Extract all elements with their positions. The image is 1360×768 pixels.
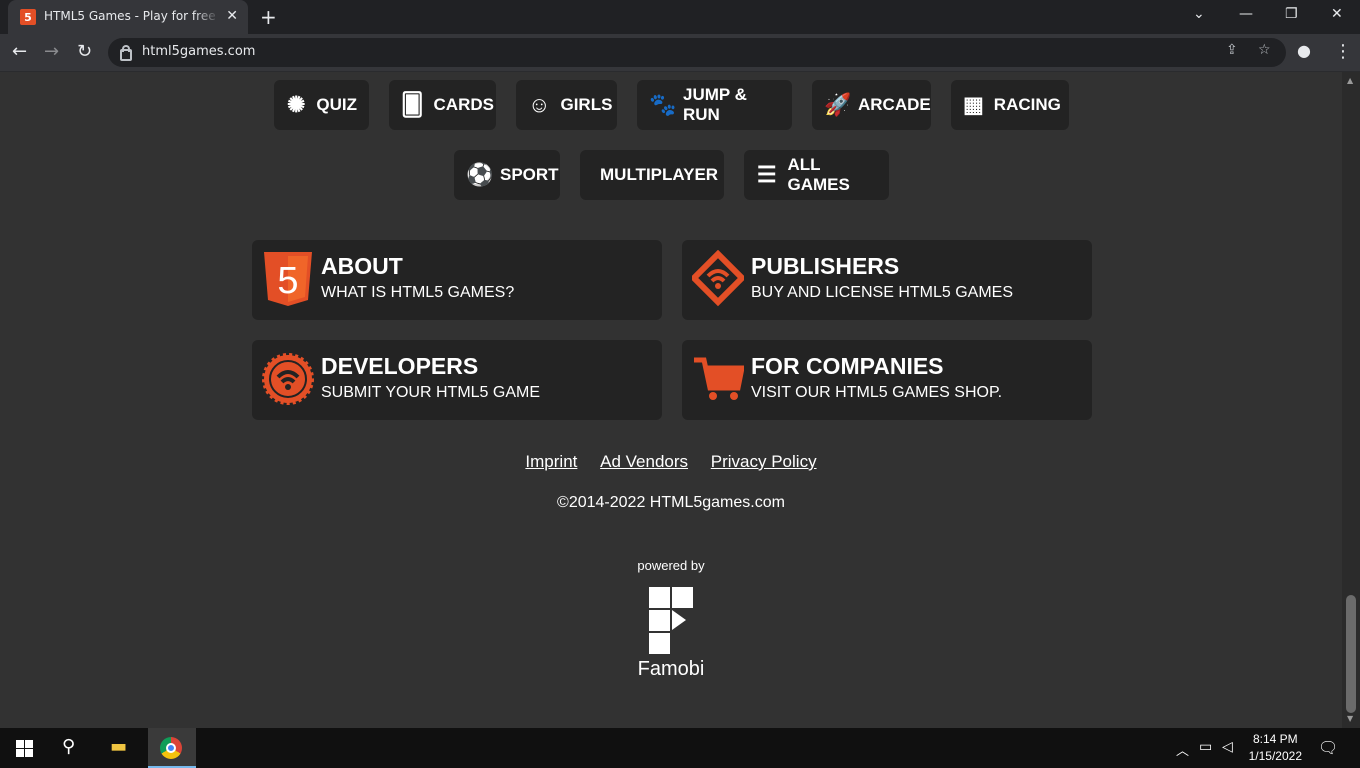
famobi-brand-text[interactable]: Famobi (0, 658, 1342, 681)
bookmark-star-icon[interactable]: ☆ (1258, 42, 1271, 58)
search-icon[interactable]: ⚲ (62, 736, 75, 757)
rocket-icon: 🚀 (824, 92, 852, 117)
notifications-icon[interactable]: 🗨 (1318, 738, 1338, 757)
tab-title: HTML5 Games - Play for free online (44, 9, 220, 23)
category-sport-button[interactable]: ⚽ SPORT (454, 150, 560, 200)
category-girls-button[interactable]: ☺ GIRLS (516, 80, 617, 130)
ad-vendors-link[interactable]: Ad Vendors (600, 452, 688, 471)
page-content: ✺ QUIZ 🂠 CARDS ☺ GIRLS 🐾 JUMP & RUN 🚀 AR… (0, 72, 1342, 728)
card-subtitle: BUY AND LICENSE HTML5 GAMES (751, 284, 1013, 301)
category-all-games-button[interactable]: ☰ ALL GAMES (744, 150, 889, 200)
page-scrollbar[interactable]: ▲ ▼ (1342, 72, 1360, 728)
profile-icon[interactable]: ● (1297, 41, 1311, 60)
girl-face-icon: ☺ (528, 92, 551, 117)
card-title: FOR COMPANIES (751, 353, 944, 379)
powered-by-text: powered by (637, 558, 705, 573)
category-label: SPORT (500, 165, 559, 184)
share-icon[interactable]: ⇪ (1226, 42, 1238, 58)
category-racing-button[interactable]: ▦ RACING (951, 80, 1069, 130)
clock-time: 8:14 PM (1252, 732, 1298, 746)
scroll-up-icon[interactable]: ▲ (1347, 76, 1353, 85)
imprint-link[interactable]: Imprint (525, 452, 577, 471)
quiz-icon: ✺ (286, 92, 306, 117)
address-bar[interactable]: html5games.com ⇪ ☆ (108, 38, 1286, 67)
system-clock[interactable]: 8:14 PM 1/15/2022 (1249, 731, 1302, 765)
close-window-button[interactable]: ✕ (1331, 6, 1343, 22)
developers-card[interactable]: DEVELOPERS SUBMIT YOUR HTML5 GAME (252, 340, 662, 420)
famobi-logo-icon[interactable] (648, 586, 696, 654)
windows-taskbar: ⚲ ▬ ︿ ▭ ◁ 8:14 PM 1/15/2022 🗨 (0, 728, 1360, 768)
category-label: ARCADE (858, 95, 931, 114)
publishers-icon (692, 250, 744, 307)
html5-shield-icon: 5 (264, 252, 312, 306)
url-text[interactable]: html5games.com (142, 44, 255, 59)
category-quiz-button[interactable]: ✺ QUIZ (274, 80, 369, 130)
minimize-button[interactable]: — (1239, 6, 1253, 22)
volume-muted-icon[interactable]: ◁ (1222, 739, 1233, 755)
card-title: DEVELOPERS (321, 353, 479, 379)
category-label: QUIZ (316, 95, 357, 114)
checkered-flag-icon: ▦ (963, 92, 984, 117)
more-menu-icon[interactable]: ⋮ (1334, 41, 1352, 62)
chrome-taskbar-button[interactable] (148, 728, 196, 768)
category-jump-run-button[interactable]: 🐾 JUMP & RUN (637, 80, 792, 130)
menu-icon: ☰ (756, 162, 777, 187)
windows-start-icon[interactable] (16, 740, 33, 757)
card-subtitle: SUBMIT YOUR HTML5 GAME (321, 384, 540, 401)
publishers-card[interactable]: PUBLISHERS BUY AND LICENSE HTML5 GAMES (682, 240, 1092, 320)
html5-logo-number: 5 (277, 260, 298, 302)
browser-tab[interactable]: 5 HTML5 Games - Play for free online ✕ (8, 0, 248, 34)
browser-toolbar: ← → ↻ html5games.com ⇪ ☆ ● ⋮ (0, 34, 1360, 72)
close-tab-icon[interactable]: ✕ (226, 8, 238, 24)
scroll-thumb[interactable] (1346, 595, 1356, 713)
category-label: MULTIPLAYER (600, 165, 719, 184)
shopping-cart-icon (694, 357, 744, 400)
footer-links: Imprint Ad Vendors Privacy Policy (0, 452, 1342, 472)
reload-icon[interactable]: ↻ (77, 41, 92, 62)
card-title: PUBLISHERS (751, 253, 900, 279)
new-tab-button[interactable]: + (260, 5, 277, 29)
privacy-policy-link[interactable]: Privacy Policy (711, 452, 817, 471)
scroll-down-icon[interactable]: ▼ (1347, 714, 1353, 723)
file-explorer-icon[interactable]: ▬ (110, 736, 127, 757)
browser-tab-strip: 5 HTML5 Games - Play for free online ✕ +… (0, 0, 1360, 34)
category-label: ALL GAMES (787, 155, 850, 194)
forward-arrow-icon[interactable]: → (44, 41, 59, 62)
copyright-text: ©2014-2022 HTML5games.com (557, 494, 785, 511)
network-icon[interactable]: ▭ (1199, 739, 1212, 755)
category-cards-button[interactable]: 🂠 CARDS (389, 80, 496, 130)
category-arcade-button[interactable]: 🚀 ARCADE (812, 80, 931, 130)
card-title: ABOUT (321, 253, 403, 279)
clock-date: 1/15/2022 (1248, 749, 1302, 763)
jump-run-icon: 🐾 (649, 92, 677, 117)
about-card[interactable]: 5 ABOUT WHAT IS HTML5 GAMES? (252, 240, 662, 320)
chrome-icon (160, 737, 182, 759)
category-label: JUMP & RUN (683, 85, 747, 124)
restore-button[interactable]: ❐ (1285, 6, 1298, 22)
lock-icon[interactable] (120, 45, 132, 61)
html5-favicon-icon: 5 (20, 9, 36, 25)
card-subtitle: WHAT IS HTML5 GAMES? (321, 284, 515, 301)
tray-chevron-icon[interactable]: ︿ (1176, 740, 1189, 759)
cards-icon: 🂠 (401, 92, 424, 117)
soccer-ball-icon: ⚽ (466, 162, 494, 187)
developers-gear-icon (262, 353, 314, 405)
category-label: CARDS (433, 95, 494, 114)
back-arrow-icon[interactable]: ← (12, 41, 27, 62)
tab-search-icon[interactable]: ⌄ (1193, 6, 1205, 22)
category-label: RACING (993, 95, 1061, 114)
companies-card[interactable]: FOR COMPANIES VISIT OUR HTML5 GAMES SHOP… (682, 340, 1092, 420)
card-subtitle: VISIT OUR HTML5 GAMES SHOP. (751, 384, 1003, 401)
category-multiplayer-button[interactable]: MULTIPLAYER (580, 150, 724, 200)
category-label: GIRLS (560, 95, 613, 114)
